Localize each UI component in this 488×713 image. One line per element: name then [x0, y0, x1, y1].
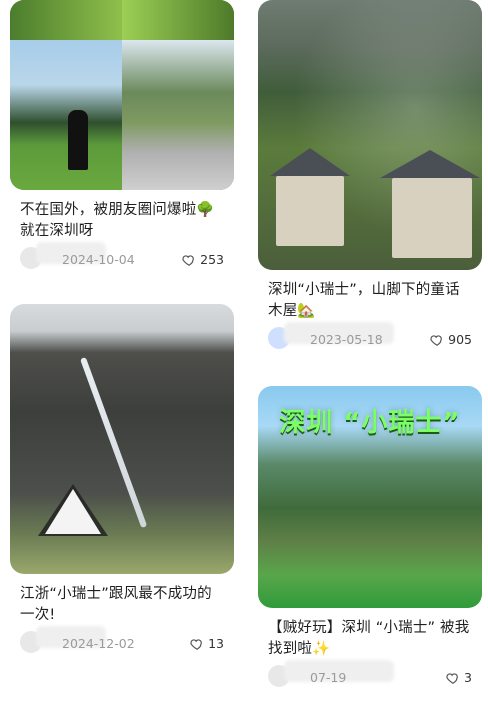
- like-button[interactable]: 905: [430, 332, 472, 347]
- feed-card[interactable]: 江浙“小瑞士”跟风最不成功的一次! 2024-12-02 13: [10, 304, 234, 656]
- card-thumbnail[interactable]: [10, 0, 234, 190]
- card-title[interactable]: 【贼好玩】深圳 “小瑞士” 被我找到啦✨: [268, 618, 474, 660]
- thumbnail-overlay-title: 深圳 “小瑞士”: [279, 408, 461, 438]
- heart-icon: [190, 637, 204, 651]
- post-date: 07-19: [310, 670, 347, 685]
- heart-icon: [446, 671, 460, 685]
- house: [392, 178, 472, 258]
- like-button[interactable]: 13: [190, 636, 224, 651]
- thumbnail-tile: [10, 40, 122, 190]
- feed-card[interactable]: 深圳 “小瑞士” 【贼好玩】深圳 “小瑞士” 被我找到啦✨ 07-19 3: [258, 386, 482, 690]
- thumbnail-tile: [10, 0, 122, 40]
- thumbnail-tile: [122, 0, 234, 40]
- feed-card[interactable]: 深圳“小瑞士”，山脚下的童话木屋🏡 2023-05-18 905: [258, 0, 482, 352]
- card-title[interactable]: 不在国外，被朋友圈问爆啦🌳就在深圳呀: [20, 200, 226, 242]
- house: [276, 176, 344, 246]
- feed-card[interactable]: 不在国外，被朋友圈问爆啦🌳就在深圳呀 2024-10-04 253: [10, 0, 234, 272]
- like-count: 13: [208, 636, 224, 651]
- like-count: 253: [200, 252, 224, 267]
- card-meta: 07-19 3: [266, 660, 482, 690]
- card-title[interactable]: 深圳“小瑞士”，山脚下的童话木屋🏡: [268, 280, 474, 322]
- house-roof: [380, 150, 480, 178]
- post-date: 2024-10-04: [62, 252, 135, 267]
- like-button[interactable]: 3: [446, 670, 472, 685]
- card-meta: 2024-12-02 13: [18, 626, 234, 656]
- card-meta: 2023-05-18 905: [266, 322, 482, 352]
- thumbnail-tile: [122, 40, 234, 190]
- card-thumbnail[interactable]: [10, 304, 234, 574]
- like-count: 3: [464, 670, 472, 685]
- card-title[interactable]: 江浙“小瑞士”跟风最不成功的一次!: [20, 584, 226, 626]
- heart-icon: [182, 253, 196, 267]
- person-silhouette: [68, 110, 88, 170]
- card-thumbnail[interactable]: 深圳 “小瑞士”: [258, 386, 482, 608]
- chapel: [45, 489, 101, 534]
- heart-icon: [430, 333, 444, 347]
- card-thumbnail[interactable]: [258, 0, 482, 270]
- card-meta: 2024-10-04 253: [18, 242, 234, 272]
- post-date: 2024-12-02: [62, 636, 135, 651]
- like-count: 905: [448, 332, 472, 347]
- post-date: 2023-05-18: [310, 332, 383, 347]
- house-roof: [270, 148, 350, 176]
- like-button[interactable]: 253: [182, 252, 224, 267]
